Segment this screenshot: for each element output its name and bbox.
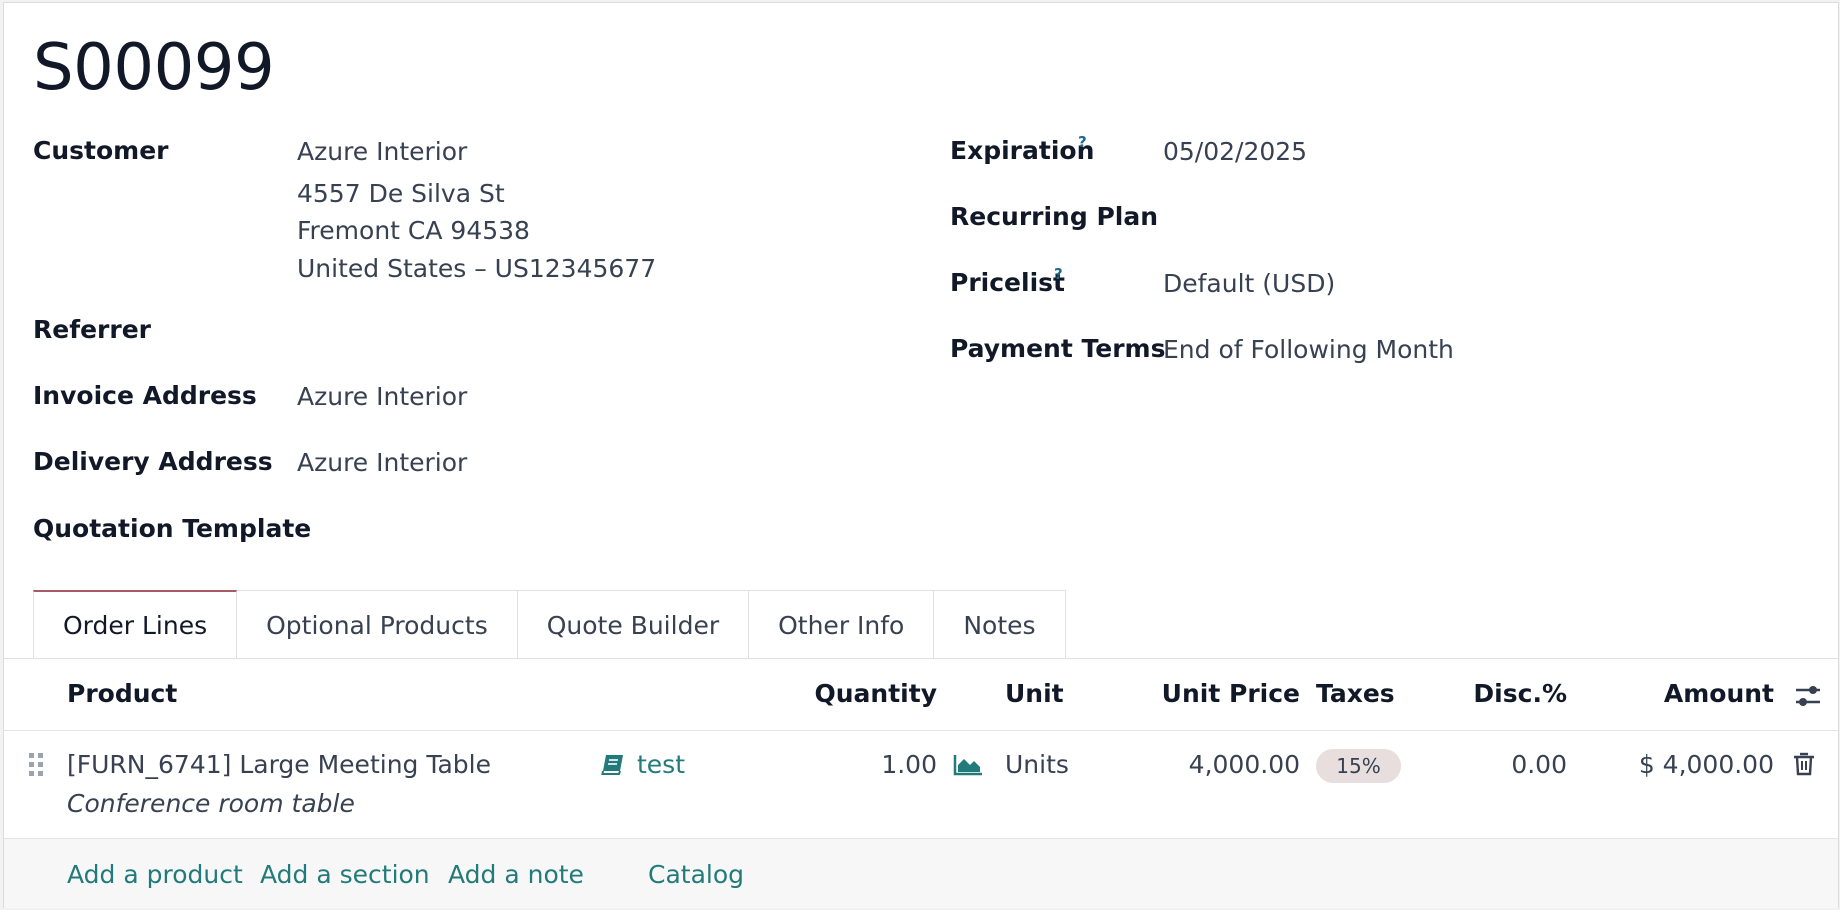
column-header-unit[interactable]: Unit (1005, 679, 1064, 708)
product-tag-link[interactable]: test (637, 750, 685, 779)
column-header-amount[interactable]: Amount (1604, 679, 1774, 708)
product-name[interactable]: [FURN_6741] Large Meeting Table (67, 750, 491, 779)
drag-handle-icon[interactable] (28, 751, 44, 783)
customer-address-line2: Fremont CA 94538 (297, 216, 530, 245)
unit-price-field[interactable]: 4,000.00 (1124, 750, 1300, 779)
area-chart-icon[interactable] (953, 754, 983, 780)
discount-field[interactable]: 0.00 (1452, 750, 1567, 779)
customer-address-line3: United States – US12345677 (297, 254, 657, 283)
tab-quote-builder[interactable]: Quote Builder (517, 591, 750, 659)
pricelist-help-icon[interactable]: ? (1054, 265, 1063, 283)
trash-icon[interactable] (1793, 752, 1815, 780)
column-header-quantity[interactable]: Quantity (794, 679, 938, 708)
tax-badge[interactable]: 15% (1316, 749, 1401, 783)
invoice-address-field[interactable]: Azure Interior (297, 382, 467, 411)
tab-optional-products[interactable]: Optional Products (237, 591, 518, 659)
pricelist-label: Pricelist (950, 268, 1065, 297)
column-header-unit-price[interactable]: Unit Price (1124, 679, 1300, 708)
delivery-address-field[interactable]: Azure Interior (297, 448, 467, 477)
quantity-field[interactable]: 1.00 (834, 750, 937, 779)
invoice-address-label: Invoice Address (33, 381, 257, 410)
record-title: S00099 (33, 31, 275, 105)
expiration-help-icon[interactable]: ? (1078, 133, 1087, 151)
book-icon (601, 754, 625, 780)
product-description[interactable]: Conference room table (67, 789, 355, 818)
column-header-product[interactable]: Product (67, 679, 177, 708)
customer-label: Customer (33, 136, 169, 165)
catalog-button[interactable]: Catalog (648, 860, 744, 889)
customer-field[interactable]: Azure Interior (297, 137, 467, 166)
unit-field[interactable]: Units (1005, 750, 1069, 779)
column-header-discount[interactable]: Disc.% (1452, 679, 1567, 708)
tab-divider (4, 658, 1838, 659)
sliders-icon[interactable] (1795, 684, 1821, 712)
add-section-link[interactable]: Add a section (260, 860, 430, 889)
sales-order-form: S00099 Customer Azure Interior 4557 De S… (3, 2, 1839, 908)
pricelist-field[interactable]: Default (USD) (1163, 269, 1335, 298)
payment-terms-label: Payment Terms (950, 334, 1166, 363)
tab-notes[interactable]: Notes (934, 591, 1066, 659)
column-header-taxes[interactable]: Taxes (1316, 679, 1395, 708)
recurring-plan-field[interactable] (1163, 202, 1683, 234)
recurring-plan-label: Recurring Plan (950, 202, 1159, 231)
quotation-template-label: Quotation Template (33, 514, 312, 543)
referrer-label: Referrer (33, 315, 151, 344)
delivery-address-label: Delivery Address (33, 447, 273, 476)
expiration-label: Expiration (950, 136, 1095, 165)
add-product-link[interactable]: Add a product (67, 860, 243, 889)
referrer-field[interactable] (297, 315, 817, 347)
tab-other-info[interactable]: Other Info (749, 591, 935, 659)
notebook-tabs: Order Lines Optional Products Quote Buil… (33, 590, 1066, 659)
payment-terms-field[interactable]: End of Following Month (1163, 335, 1454, 364)
expiration-field[interactable]: 05/02/2025 (1163, 137, 1307, 166)
amount-field: $ 4,000.00 (1638, 750, 1774, 779)
quotation-template-field[interactable] (297, 513, 817, 545)
table-header-divider (4, 730, 1838, 731)
tab-order-lines[interactable]: Order Lines (33, 590, 238, 659)
add-note-link[interactable]: Add a note (448, 860, 584, 889)
customer-address-line1: 4557 De Silva St (297, 179, 505, 208)
